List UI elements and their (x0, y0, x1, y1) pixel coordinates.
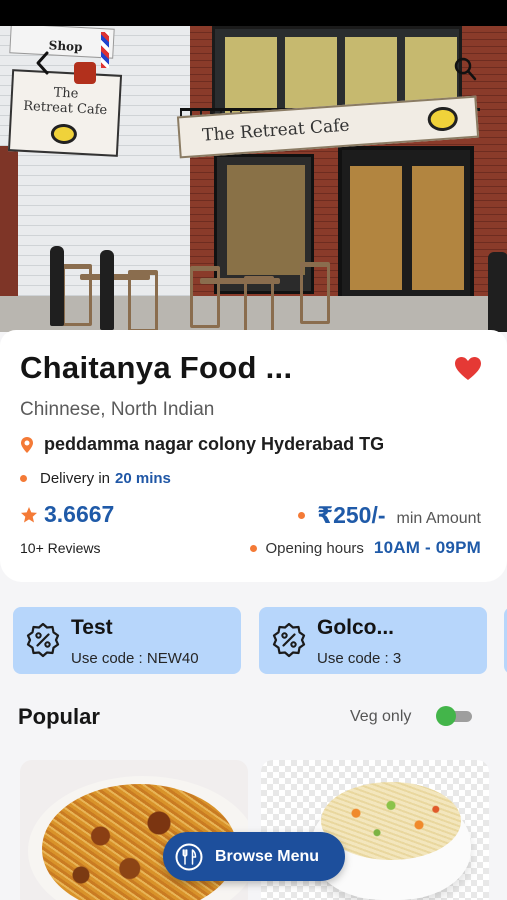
min-amount-label: min Amount (396, 510, 481, 527)
star-icon (21, 506, 37, 522)
photo-chair (300, 262, 330, 324)
offer-card[interactable]: Golco... Use code : 3 (259, 607, 487, 674)
restaurant-address: peddamma nagar colony Hyderabad TG (44, 434, 385, 454)
photo-door-glass (412, 166, 464, 290)
reviews-count[interactable]: 10+ Reviews (20, 540, 101, 556)
veg-only-label: Veg only (350, 708, 412, 725)
delivery-label: Delivery in (40, 470, 111, 487)
photo-window-glass (227, 165, 305, 275)
offer-code-value: NEW40 (146, 650, 199, 667)
toggle-thumb (436, 706, 456, 726)
opening-hours-label: Opening hours (265, 539, 364, 557)
offer-code-label: Use code : (317, 650, 389, 667)
cuisine-text: Chinnese, North Indian (20, 399, 215, 420)
offers-carousel[interactable]: Test Use code : NEW40 Golco... Use code … (13, 607, 507, 675)
offer-title: Test (71, 616, 113, 639)
photo-bollard (488, 252, 507, 332)
favorite-button[interactable] (454, 356, 482, 382)
offer-code: Use code : 3 (317, 650, 401, 667)
bullet-dot (298, 512, 306, 519)
restaurant-info-card: Chaitanya Food ... Chinnese, North India… (0, 330, 507, 582)
photo-chair (244, 276, 274, 332)
chevron-left-icon (36, 51, 49, 75)
restaurant-name: Chaitanya Food ... (20, 350, 293, 385)
search-icon (454, 57, 477, 81)
photo-barber-pole (101, 32, 109, 68)
photo-chair (190, 266, 220, 328)
delivery-time: 20 mins (115, 470, 171, 487)
min-amount-value: ₹250/- (317, 502, 386, 528)
photo-bollard (50, 246, 64, 326)
address-row: peddamma nagar colony Hyderabad TG (20, 434, 384, 455)
discount-badge-icon (26, 622, 60, 658)
photo-door-glass (350, 166, 402, 290)
photo-lower-window (214, 154, 314, 294)
rating-value: 3.6667 (44, 501, 115, 527)
photo-chair (128, 270, 158, 332)
delivery-row: Delivery in 20 mins (20, 470, 171, 487)
cafe-logo-icon (426, 105, 459, 132)
photo-window-pane (225, 37, 277, 117)
browse-menu-label: Browse Menu (215, 847, 320, 865)
opening-hours-value: 10AM - 09PM (373, 538, 481, 557)
min-amount-row: ₹250/- min Amount (298, 502, 481, 529)
heart-icon (455, 357, 481, 380)
browse-menu-button[interactable]: Browse Menu (163, 832, 345, 881)
status-bar (0, 0, 507, 26)
photo-bollard (100, 250, 114, 330)
rating-row: 3.6667 (20, 501, 114, 528)
fork-knife-icon (175, 843, 203, 870)
photo-chair (62, 264, 92, 326)
bullet-dot (249, 544, 257, 552)
restaurant-photo: The Retreat Cafe The Retreat Cafe Shop (0, 26, 507, 332)
back-button[interactable] (32, 50, 58, 80)
cafe-logo-icon (50, 123, 78, 145)
veg-only-toggle[interactable] (436, 706, 472, 726)
photo-lamp (74, 62, 96, 84)
search-button[interactable] (450, 54, 480, 84)
photo-door (338, 146, 474, 311)
offer-title: Golco... (317, 616, 395, 639)
bullet-dot (20, 475, 27, 482)
photo-hanging-sign: The Retreat Cafe (7, 69, 123, 157)
offer-code-label: Use code : (71, 650, 143, 667)
offer-code-value: 3 (392, 650, 402, 667)
discount-badge-icon (272, 622, 306, 658)
offer-card[interactable]: Test Use code : NEW40 (13, 607, 241, 674)
photo-shop-sign: Shop (9, 26, 115, 59)
offer-code: Use code : NEW40 (71, 650, 199, 667)
opening-hours-row: Opening hours 10AM - 09PM (249, 538, 481, 558)
popular-section-title: Popular (18, 704, 100, 729)
photo-cafe-sign-text: The Retreat Cafe (201, 115, 351, 146)
location-pin-icon (21, 436, 33, 453)
